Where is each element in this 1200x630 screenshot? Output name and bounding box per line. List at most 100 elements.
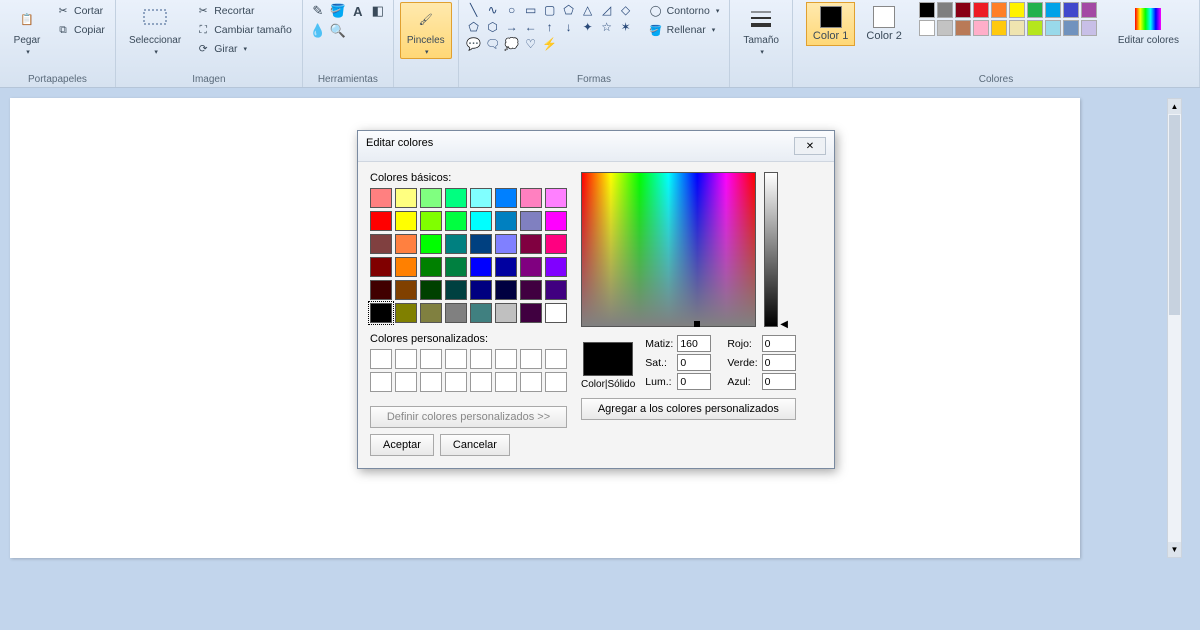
custom-color-slot[interactable]: [420, 349, 442, 369]
basic-color-swatch[interactable]: [370, 188, 392, 208]
basic-color-swatch[interactable]: [395, 280, 417, 300]
basic-color-swatch[interactable]: [395, 303, 417, 323]
gradient-cursor[interactable]: [694, 321, 700, 327]
basic-color-swatch[interactable]: [495, 234, 517, 254]
palette-swatch[interactable]: [973, 2, 989, 18]
basic-color-swatch[interactable]: [545, 303, 567, 323]
shape-star6[interactable]: ✶: [617, 19, 635, 35]
custom-color-slot[interactable]: [495, 349, 517, 369]
brushes-button[interactable]: 🖌 Pinceles ▾: [400, 2, 452, 59]
shape-callout1[interactable]: 💬: [465, 36, 483, 52]
shape-star4[interactable]: ✦: [579, 19, 597, 35]
fill-button[interactable]: 🪣Rellenar▾: [645, 21, 724, 39]
crop-button[interactable]: ✂Recortar: [192, 2, 296, 20]
palette-swatch[interactable]: [937, 2, 953, 18]
basic-color-swatch[interactable]: [395, 188, 417, 208]
custom-color-slot[interactable]: [395, 372, 417, 392]
palette-swatch[interactable]: [1063, 20, 1079, 36]
zoom-tool[interactable]: 🔍: [329, 22, 347, 40]
add-custom-button[interactable]: Agregar a los colores personalizados: [581, 398, 796, 420]
basic-color-swatch[interactable]: [370, 211, 392, 231]
custom-color-slot[interactable]: [545, 349, 567, 369]
custom-color-slot[interactable]: [545, 372, 567, 392]
pencil-tool[interactable]: ✎: [309, 2, 327, 20]
scroll-thumb[interactable]: [1169, 115, 1180, 315]
shape-roundrect[interactable]: ▢: [541, 2, 559, 18]
dialog-titlebar[interactable]: Editar colores ✕: [358, 131, 834, 162]
shape-arrow-r[interactable]: →: [503, 19, 521, 35]
basic-color-swatch[interactable]: [420, 280, 442, 300]
scroll-down-icon[interactable]: ▼: [1168, 542, 1181, 557]
basic-color-swatch[interactable]: [470, 234, 492, 254]
shape-callout2[interactable]: 🗨: [484, 36, 502, 52]
basic-color-swatch[interactable]: [520, 303, 542, 323]
size-button[interactable]: Tamaño ▾: [736, 2, 786, 59]
palette-swatch[interactable]: [973, 20, 989, 36]
scroll-up-icon[interactable]: ▲: [1168, 99, 1181, 114]
color2-button[interactable]: Color 2: [859, 2, 908, 46]
basic-color-swatch[interactable]: [420, 188, 442, 208]
custom-color-slot[interactable]: [470, 349, 492, 369]
shape-pentagon[interactable]: ⬠: [465, 19, 483, 35]
shape-arrow-u[interactable]: ↑: [541, 19, 559, 35]
basic-color-swatch[interactable]: [420, 211, 442, 231]
text-tool[interactable]: A: [349, 2, 367, 20]
palette-swatch[interactable]: [1081, 20, 1097, 36]
basic-color-swatch[interactable]: [445, 303, 467, 323]
basic-color-swatch[interactable]: [545, 257, 567, 277]
shape-callout3[interactable]: 💭: [503, 36, 521, 52]
paste-button[interactable]: 📋 Pegar ▾: [6, 2, 48, 59]
basic-color-swatch[interactable]: [420, 234, 442, 254]
palette-swatch[interactable]: [1045, 20, 1061, 36]
shape-lightning[interactable]: ⚡: [541, 36, 559, 52]
basic-color-swatch[interactable]: [445, 234, 467, 254]
shape-polygon[interactable]: ⬠: [560, 2, 578, 18]
luminance-slider[interactable]: [764, 172, 778, 327]
palette-swatch[interactable]: [1027, 2, 1043, 18]
palette-swatch[interactable]: [1009, 20, 1025, 36]
custom-color-slot[interactable]: [495, 372, 517, 392]
basic-color-swatch[interactable]: [420, 257, 442, 277]
vertical-scrollbar[interactable]: ▲ ▼: [1167, 98, 1182, 558]
palette-swatch[interactable]: [919, 20, 935, 36]
basic-color-swatch[interactable]: [470, 303, 492, 323]
shape-triangle[interactable]: △: [579, 2, 597, 18]
shape-star5[interactable]: ☆: [598, 19, 616, 35]
basic-color-swatch[interactable]: [545, 211, 567, 231]
basic-color-swatch[interactable]: [395, 234, 417, 254]
shape-line[interactable]: ╲: [465, 2, 483, 18]
custom-color-slot[interactable]: [445, 349, 467, 369]
palette-swatch[interactable]: [955, 20, 971, 36]
palette-swatch[interactable]: [955, 2, 971, 18]
shape-rect[interactable]: ▭: [522, 2, 540, 18]
basic-color-swatch[interactable]: [520, 257, 542, 277]
basic-color-swatch[interactable]: [545, 280, 567, 300]
palette-swatch[interactable]: [1009, 2, 1025, 18]
basic-color-swatch[interactable]: [370, 257, 392, 277]
eraser-tool[interactable]: ◧: [369, 2, 387, 20]
define-custom-button[interactable]: Definir colores personalizados >>: [370, 406, 567, 428]
edit-colors-button[interactable]: Editar colores: [1111, 2, 1186, 49]
palette-swatch[interactable]: [1063, 2, 1079, 18]
picker-tool[interactable]: 💧: [309, 22, 327, 40]
copy-button[interactable]: ⧉Copiar: [52, 21, 109, 39]
basic-color-swatch[interactable]: [470, 257, 492, 277]
lum-input[interactable]: [677, 373, 711, 390]
basic-color-swatch[interactable]: [420, 303, 442, 323]
basic-color-swatch[interactable]: [495, 257, 517, 277]
custom-color-slot[interactable]: [470, 372, 492, 392]
red-input[interactable]: [762, 335, 796, 352]
green-input[interactable]: [762, 354, 796, 371]
basic-color-swatch[interactable]: [370, 280, 392, 300]
basic-color-swatch[interactable]: [545, 188, 567, 208]
accept-button[interactable]: Aceptar: [370, 434, 434, 456]
shape-oval[interactable]: ○: [503, 2, 521, 18]
custom-color-slot[interactable]: [370, 349, 392, 369]
basic-color-swatch[interactable]: [395, 257, 417, 277]
blue-input[interactable]: [762, 373, 796, 390]
hue-input[interactable]: [677, 335, 711, 352]
basic-color-swatch[interactable]: [520, 211, 542, 231]
custom-color-slot[interactable]: [370, 372, 392, 392]
basic-color-swatch[interactable]: [370, 234, 392, 254]
basic-color-swatch[interactable]: [545, 234, 567, 254]
